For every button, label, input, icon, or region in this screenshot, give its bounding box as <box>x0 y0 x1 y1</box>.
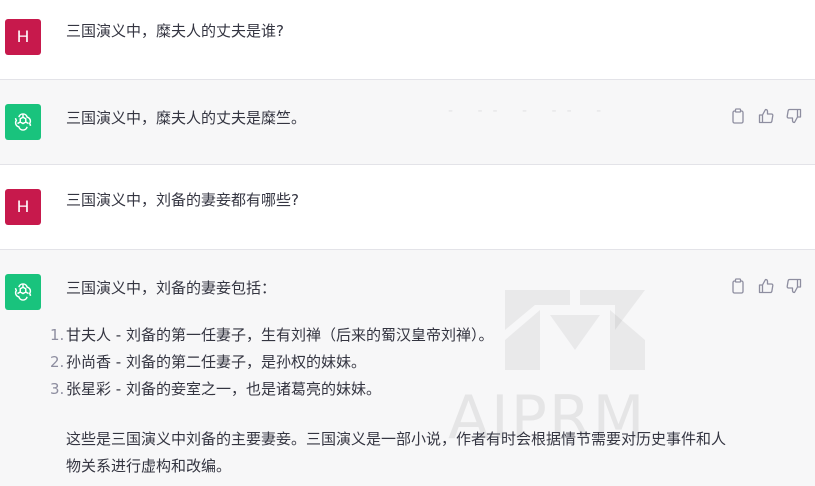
thumbs-down-icon[interactable] <box>785 107 803 125</box>
openai-logo-icon <box>14 283 32 301</box>
openai-logo-icon <box>14 113 32 131</box>
assistant-message-1: 三国演义中，糜夫人的丈夫是糜竺。 <box>0 80 815 164</box>
list-item: 3. 张星彩 - 刘备的妾室之一，也是诸葛亮的妹妹。 <box>50 378 493 405</box>
user-message-text: 三国演义中，刘备的妻妾都有哪些? <box>66 191 299 209</box>
message-actions <box>729 277 803 295</box>
thumbs-up-icon[interactable] <box>757 107 775 125</box>
list-item: 2. 孙尚香 - 刘备的第二任妻子，是孙权的妹妹。 <box>50 351 493 378</box>
user-message-2: H 三国演义中，刘备的妻妾都有哪些? <box>0 165 815 249</box>
list-item-text: 甘夫人 - 刘备的第一任妻子，生有刘禅（后来的蜀汉皇帝刘禅）。 <box>66 326 494 344</box>
copy-icon[interactable] <box>729 107 747 125</box>
answer-list: 1. 甘夫人 - 刘备的第一任妻子，生有刘禅（后来的蜀汉皇帝刘禅）。 2. 孙尚… <box>50 324 494 405</box>
user-avatar: H <box>5 19 41 55</box>
user-avatar-letter: H <box>16 27 30 46</box>
copy-icon[interactable] <box>729 277 747 295</box>
assistant-message-text: 三国演义中，糜夫人的丈夫是糜竺。 <box>66 109 307 127</box>
assistant-avatar <box>5 274 41 310</box>
thumbs-down-icon[interactable] <box>785 277 803 295</box>
assistant-avatar <box>5 104 41 140</box>
user-message-text: 三国演义中，糜夫人的丈夫是谁? <box>66 22 284 40</box>
assistant-intro-text: 三国演义中，刘备的妻妾包括： <box>66 279 277 297</box>
assistant-summary-text: 这些是三国演义中刘备的主要妻妾。三国演义是一部小说，作者有时会根据情节需要对历史… <box>66 430 727 475</box>
user-avatar-letter: H <box>16 197 30 216</box>
thumbs-up-icon[interactable] <box>757 277 775 295</box>
list-item-text: 张星彩 - 刘备的妾室之一，也是诸葛亮的妹妹。 <box>66 380 381 398</box>
list-item-text: 孙尚香 - 刘备的第二任妻子，是孙权的妹妹。 <box>66 353 366 371</box>
user-avatar: H <box>5 189 41 225</box>
user-message-1: H 三国演义中，糜夫人的丈夫是谁? <box>0 0 815 79</box>
message-actions <box>729 107 803 125</box>
list-item: 1. 甘夫人 - 刘备的第一任妻子，生有刘禅（后来的蜀汉皇帝刘禅）。 <box>50 324 494 351</box>
